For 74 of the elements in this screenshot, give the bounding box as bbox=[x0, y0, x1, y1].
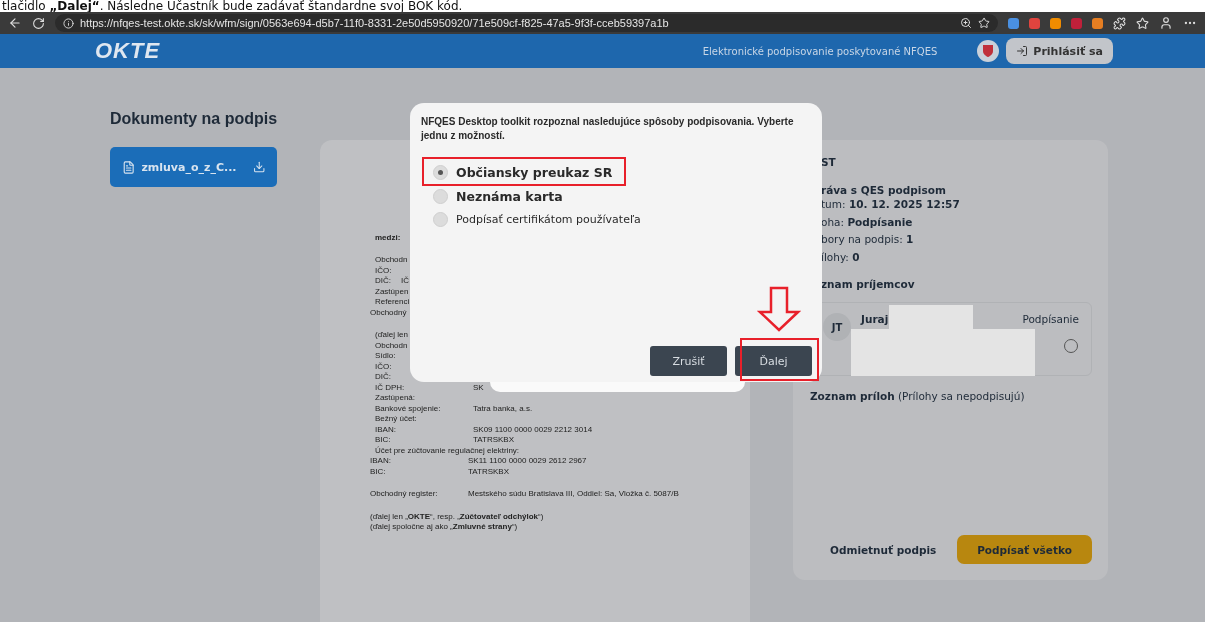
extension-icon[interactable] bbox=[1092, 17, 1103, 29]
header-tagline: Elektronické podpisovanie poskytované NFQES bbox=[702, 45, 938, 57]
profile-icon[interactable] bbox=[1159, 16, 1173, 30]
file-icon bbox=[122, 159, 136, 175]
document-text: IČ bbox=[401, 276, 409, 286]
document-text: DIČ: bbox=[375, 276, 391, 286]
extension-icon[interactable] bbox=[1029, 17, 1040, 29]
login-button[interactable]: Prihlásiť sa bbox=[1006, 38, 1113, 64]
recipient-status: Podpísanie bbox=[1022, 313, 1079, 325]
document-text: Obchodný register: bbox=[370, 489, 439, 499]
section-title: znam príjemcov bbox=[821, 278, 916, 290]
cancel-button[interactable]: Zrušiť bbox=[650, 346, 727, 376]
document-text: SK11 1100 0000 0029 2612 2967 bbox=[468, 456, 587, 466]
favorites-icon[interactable] bbox=[1136, 16, 1149, 30]
document-text: TATRSKBX bbox=[473, 435, 515, 445]
attachments-title: Zoznam príloh (Prílohy sa nepodpisujú) bbox=[810, 390, 1026, 402]
document-text: SK09 1100 0000 0029 2212 3014 bbox=[473, 424, 593, 434]
login-icon bbox=[1016, 45, 1029, 57]
arrow-down-icon bbox=[757, 286, 801, 332]
document-text: Obchodný bbox=[370, 307, 407, 317]
document-text: (ďalej spoločne aj ako „Zmluvné strany“) bbox=[370, 522, 518, 532]
avatar: JT bbox=[823, 313, 851, 341]
panel-title: ST bbox=[821, 156, 837, 168]
recipient-name: Juraj bbox=[861, 313, 889, 325]
document-text: medzi: bbox=[375, 232, 401, 242]
document-text: Bežný účet: bbox=[375, 414, 417, 424]
document-text: Účet pre zúčtovanie regulačnej elektriny: bbox=[375, 445, 520, 455]
detail-text: tum: 10. 12. 2025 12:57 bbox=[821, 197, 961, 212]
extension-icon[interactable] bbox=[1008, 17, 1019, 29]
option-label[interactable]: Občiansky preukaz SR bbox=[456, 163, 613, 182]
document-text: IČ DPH: bbox=[375, 382, 406, 392]
next-button[interactable]: Ďalej bbox=[735, 346, 812, 376]
logo[interactable]: OKTE bbox=[95, 38, 161, 64]
puzzle-icon[interactable] bbox=[1113, 16, 1126, 30]
detail-text: ílohy: 0 bbox=[821, 249, 861, 265]
document-text: Zastúpen bbox=[375, 286, 409, 296]
document-text: (ďalej len bbox=[375, 330, 408, 340]
sidebar-title: Dokumenty na podpis bbox=[110, 109, 278, 129]
document-text: Tatra banka, a.s. bbox=[473, 403, 533, 413]
document-text: Obchodn bbox=[375, 255, 408, 265]
reject-button[interactable]: Odmietnuť podpis bbox=[810, 543, 937, 556]
document-text: BIC: bbox=[375, 435, 392, 445]
document-text: TATRSKBX bbox=[468, 466, 510, 476]
message-title: ráva s QES podpisom bbox=[821, 184, 947, 196]
document-text: Referenci bbox=[375, 297, 410, 307]
sign-all-button[interactable]: Podpísať všetko bbox=[957, 535, 1092, 564]
document-text: SK bbox=[473, 382, 484, 392]
detail-text: bory na podpis: 1 bbox=[821, 232, 915, 247]
extension-icon[interactable] bbox=[1050, 17, 1061, 29]
option-label[interactable]: Neznáma karta bbox=[456, 187, 563, 206]
document-text: IBAN: bbox=[370, 456, 392, 466]
reload-icon[interactable] bbox=[32, 16, 45, 30]
document-text: Bankové spojenie: bbox=[375, 403, 442, 413]
dialog-message: NFQES Desktop toolkit rozpoznal nasledujúce spôsoby podpisovania. Vyberte jednu z možností. bbox=[421, 115, 795, 143]
document-text: IČO: bbox=[375, 265, 392, 275]
zoom-icon[interactable] bbox=[960, 17, 972, 29]
address-bar[interactable]: https://nfqes-test.okte.sk/sk/wfm/sign/0563e694-d5b7-11f0-8331-2e50d5950920/71e509cf-f825-47a5-9f3f-cceb59397a1b bbox=[55, 14, 998, 32]
document-text: IČO: bbox=[375, 361, 392, 371]
back-icon[interactable] bbox=[8, 16, 22, 30]
emblem-icon bbox=[977, 40, 1000, 62]
document-text: Zastúpená: bbox=[375, 393, 416, 403]
document-text: BIC: bbox=[370, 466, 387, 476]
document-text: (ďalej len „OKTE“, resp. „Zúčtovateľ odchýlok“) bbox=[370, 511, 544, 521]
option-label[interactable]: Podpísať certifikátom používateľa bbox=[456, 211, 641, 228]
info-icon[interactable] bbox=[63, 17, 74, 29]
document-text: IBAN: bbox=[375, 424, 397, 434]
document-button[interactable]: zmluva_o_z_C... bbox=[110, 147, 277, 187]
download-icon[interactable] bbox=[252, 160, 265, 174]
detail-text: oha: Podpísanie bbox=[821, 214, 914, 230]
document-text: Sídlo: bbox=[375, 351, 396, 361]
document-text: Mestského súdu Bratislava III, Oddiel: Sa, Vložka č. 5087/B bbox=[468, 489, 679, 499]
document-text: DIČ: bbox=[375, 372, 391, 382]
document-text: Obchodn bbox=[375, 340, 408, 350]
star-icon[interactable] bbox=[978, 17, 990, 29]
